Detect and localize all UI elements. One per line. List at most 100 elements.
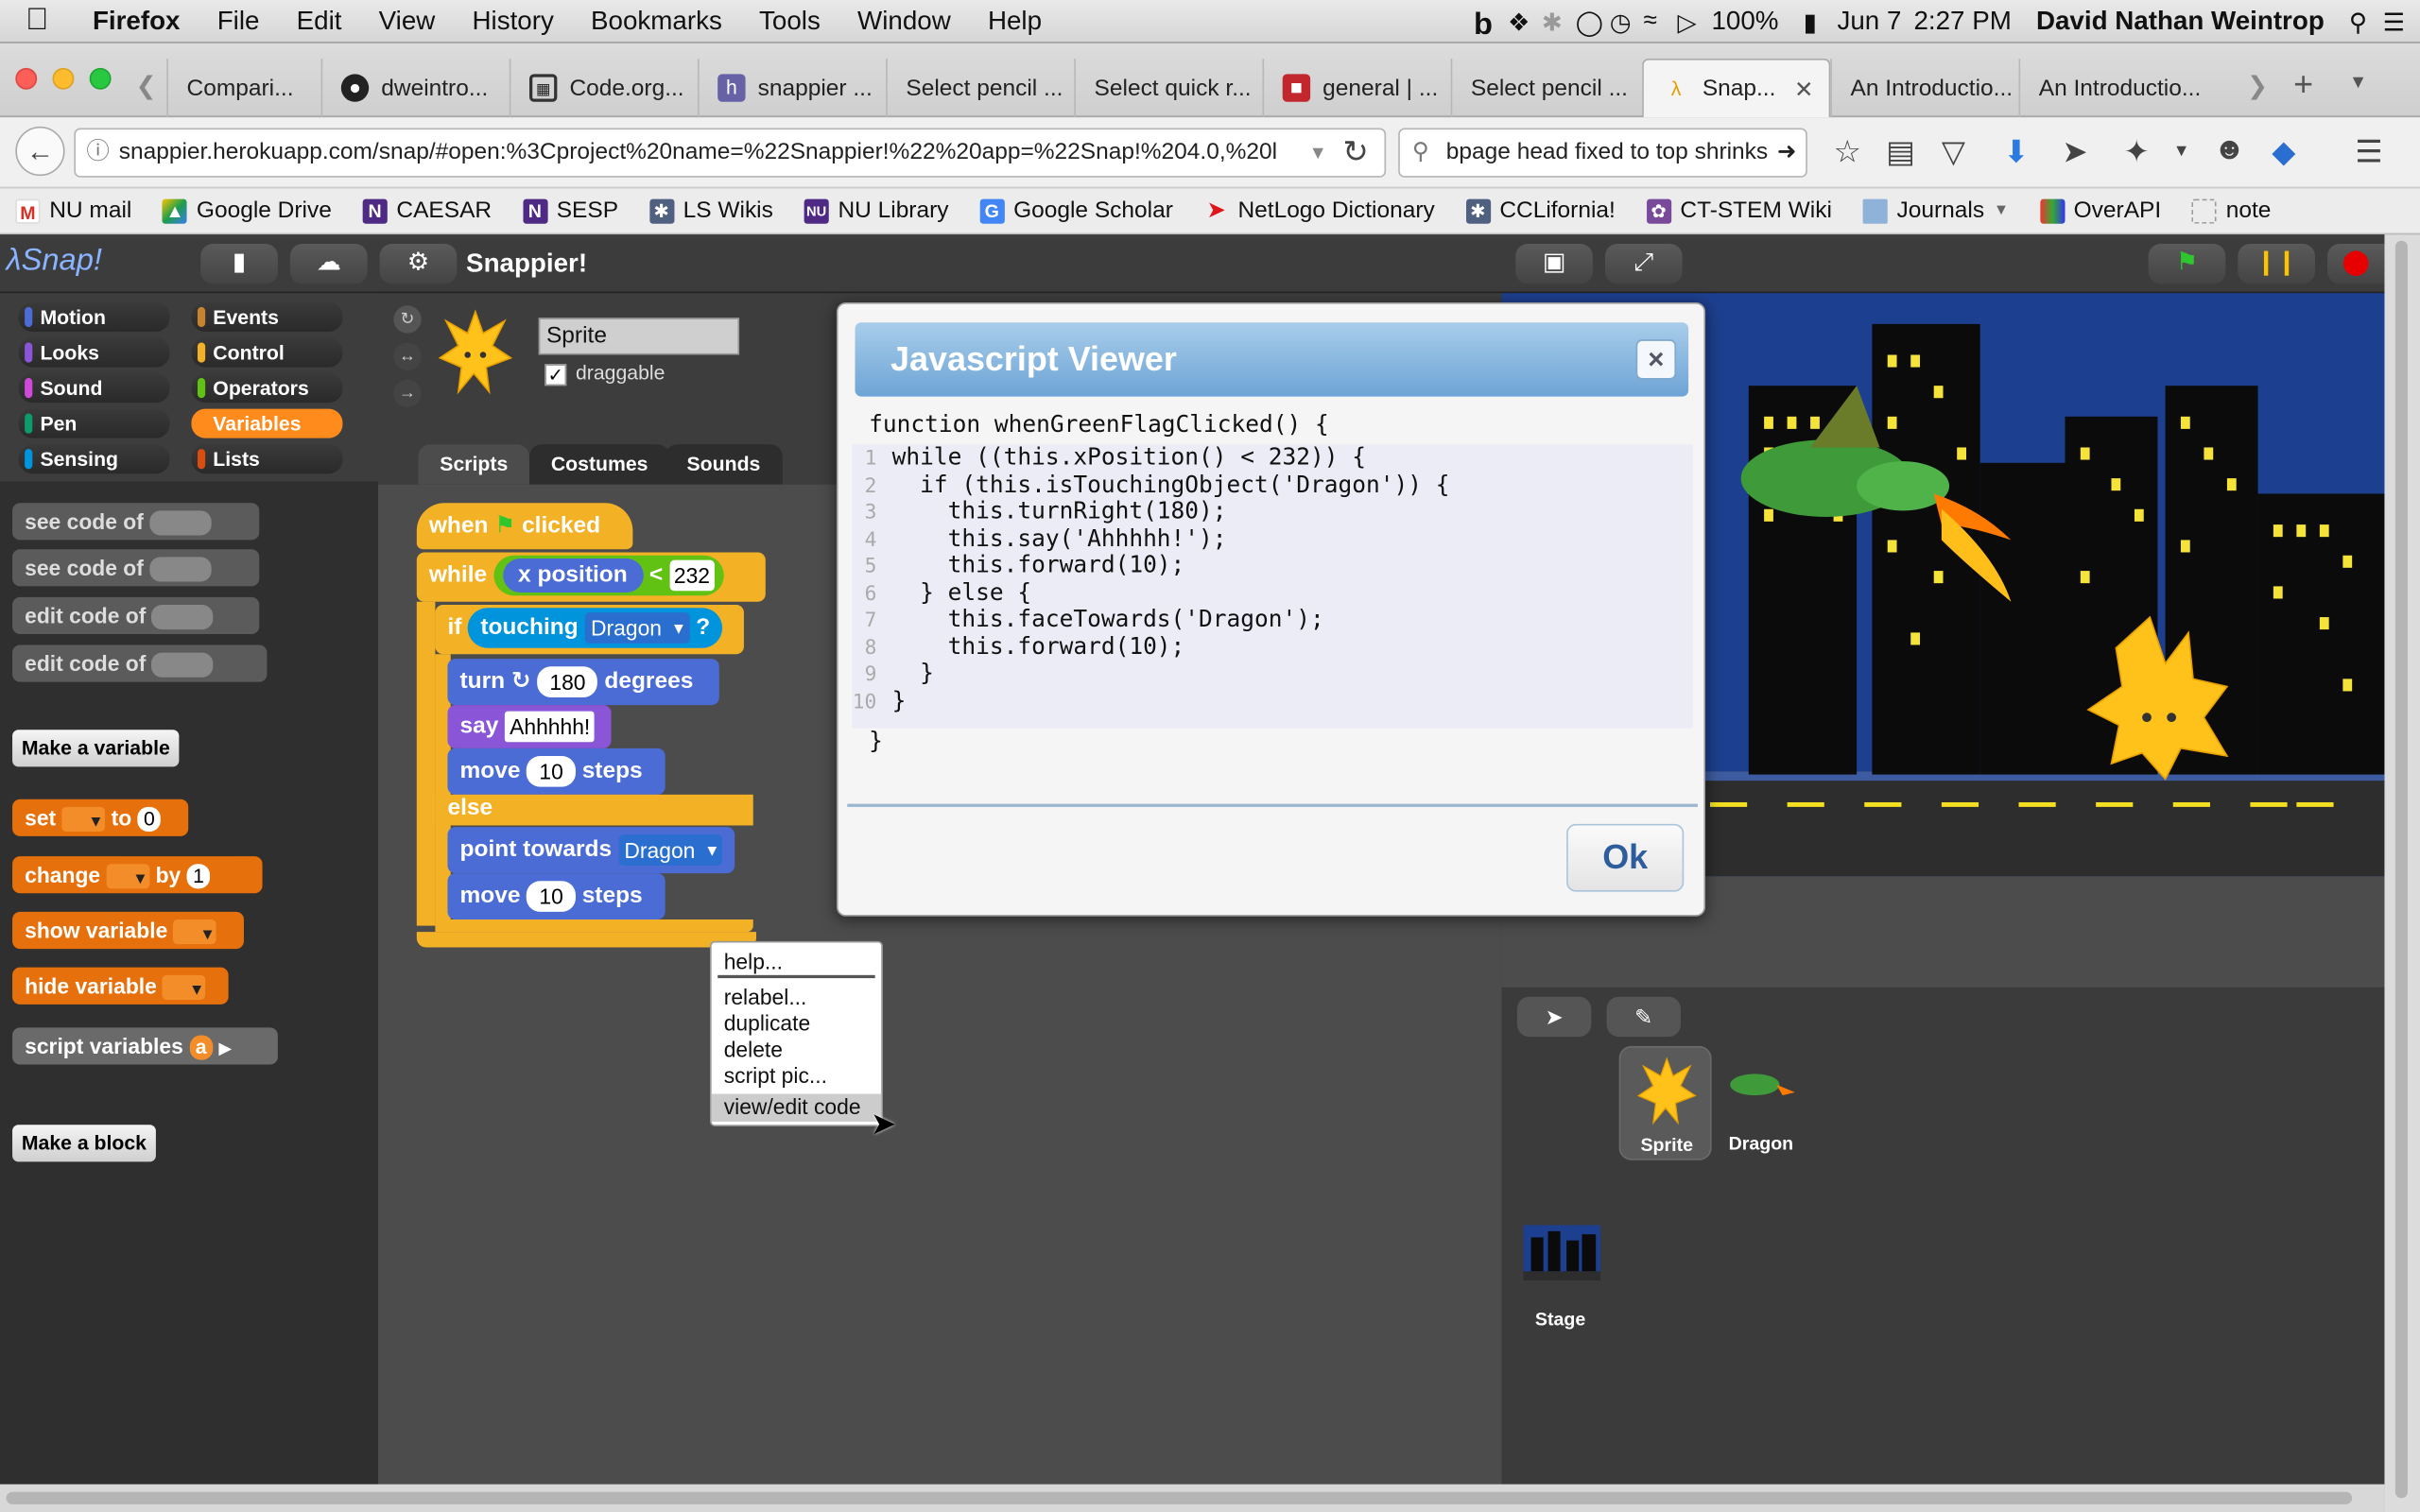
variable-dropdown[interactable]	[106, 860, 150, 897]
tab-costumes[interactable]: Costumes	[528, 444, 670, 485]
while-block[interactable]: while x position < 232	[416, 552, 766, 602]
spotlight-icon[interactable]: ⚲	[2337, 7, 2371, 37]
see-code-of-block[interactable]: see code of	[12, 503, 260, 541]
corral-sprite-sprite[interactable]: Sprite	[1618, 1045, 1712, 1160]
reload-icon[interactable]: ↻	[1342, 132, 1368, 171]
bookmark-caesar[interactable]: N CAESAR	[347, 198, 507, 224]
time-machine-icon[interactable]: ◷	[1598, 7, 1632, 37]
category-operators[interactable]: Operators	[191, 373, 343, 404]
say-text-slot[interactable]: Ahhhhh!	[505, 711, 596, 743]
scrollbar-thumb[interactable]	[6, 1491, 2353, 1504]
search-go-icon[interactable]: ➜	[1777, 129, 1797, 176]
category-variables[interactable]: Variables	[191, 408, 343, 438]
category-motion[interactable]: Motion	[18, 301, 170, 333]
url-dropdown-icon[interactable]: ▼	[1308, 142, 1326, 163]
battery-icon[interactable]: ▮	[1791, 7, 1825, 37]
make-block-button[interactable]: Make a block	[12, 1125, 156, 1162]
bookmark-google-scholar[interactable]: G Google Scholar	[964, 198, 1188, 224]
search-input[interactable]: ⚲ bpage head fixed to top shrinks ➜	[1398, 128, 1807, 178]
limit-slot[interactable]: 232	[668, 559, 715, 592]
send-icon[interactable]: ➤	[2062, 132, 2087, 171]
site-info-icon[interactable]: ⓘ	[86, 129, 110, 176]
move-steps-slot[interactable]: 10	[527, 756, 576, 787]
extension-icon[interactable]: ✦	[2124, 132, 2150, 171]
paint-new-sprite-button[interactable]: ✎	[1606, 996, 1681, 1038]
category-sensing[interactable]: Sensing	[18, 444, 170, 474]
value-slot[interactable]: 1	[186, 864, 211, 889]
bookmark-cclifornia[interactable]: ✱ CCLifornia!	[1450, 198, 1631, 224]
tab-sounds[interactable]: Sounds	[665, 444, 783, 485]
corral-sprite-dragon[interactable]: Dragon	[1718, 1046, 1804, 1160]
turn-degrees-slot[interactable]: 180	[537, 666, 598, 698]
less-than-block[interactable]: x position < 232	[493, 555, 724, 596]
tab-snappier[interactable]: h snappier ...	[697, 59, 886, 118]
ctx-help[interactable]: help...	[712, 949, 882, 975]
menu-bookmarks[interactable]: Bookmarks	[572, 6, 740, 37]
ring-slot[interactable]	[149, 557, 212, 582]
arrow-right-icon[interactable]: ▶	[218, 1040, 232, 1058]
stage-size-toggle-button[interactable]: ▣	[1515, 243, 1593, 284]
dropbox-icon[interactable]: ❖	[1495, 7, 1530, 37]
move-steps-block[interactable]: move 10 steps	[447, 747, 666, 795]
ctx-duplicate[interactable]: duplicate	[712, 1010, 882, 1037]
clock-time[interactable]: 2:27 PM	[1913, 6, 2023, 37]
value-slot[interactable]: 0	[137, 807, 162, 833]
ring-slot[interactable]	[151, 605, 215, 630]
make-variable-button[interactable]: Make a variable	[12, 730, 180, 767]
variable-dropdown[interactable]	[163, 971, 206, 1008]
bookmark-nu-mail[interactable]: M NU mail	[0, 198, 147, 224]
variable-dropdown[interactable]	[173, 916, 217, 953]
wifi-icon[interactable]: ≈	[1632, 7, 1666, 34]
bookmark-sesp[interactable]: N SESP	[507, 198, 633, 224]
menu-window[interactable]: Window	[838, 6, 969, 37]
when-flag-clicked-hat-block[interactable]: when ⚑ clicked	[416, 503, 633, 550]
menu-file[interactable]: File	[199, 6, 278, 37]
move-steps-slot[interactable]: 10	[527, 881, 576, 912]
code-editor[interactable]: 1 while ((this.xPosition() < 232)) { 2 if…	[852, 443, 1694, 729]
menu-help[interactable]: Help	[969, 6, 1060, 37]
hamburger-menu-icon[interactable]: ☰	[2355, 132, 2382, 171]
tab-intro-2[interactable]: An Introductio...	[2018, 59, 2236, 118]
point-towards-block[interactable]: point towards Dragon	[447, 827, 735, 874]
cloud-menu-button[interactable]: ☁	[289, 243, 368, 284]
tab-general[interactable]: ■ general | ...	[1262, 59, 1451, 118]
tab-scripts[interactable]: Scripts	[418, 444, 530, 485]
category-sound[interactable]: Sound	[18, 373, 170, 404]
if-else-block[interactable]: if touching Dragon ?	[435, 604, 744, 655]
tab-codeorg[interactable]: ▦ Code.org...	[509, 59, 698, 118]
user-name[interactable]: David Nathan Weintrop	[2024, 6, 2337, 37]
tab-intro-1[interactable]: An Introductio...	[1830, 59, 2018, 118]
category-events[interactable]: Events	[191, 301, 343, 333]
reading-list-icon[interactable]: ▤	[1886, 132, 1915, 171]
tab-list-dropdown-icon[interactable]: ▼	[2349, 71, 2367, 93]
snap-logo[interactable]: λSnap!	[7, 244, 102, 280]
clock-date[interactable]: Jun 7	[1824, 6, 1913, 37]
move-steps-block-2[interactable]: move 10 steps	[447, 873, 666, 920]
menu-view[interactable]: View	[360, 6, 454, 37]
point-towards-target-dropdown[interactable]: Dragon	[617, 834, 723, 866]
corral-stage[interactable]: Stage	[1517, 1222, 1603, 1333]
change-variable-block[interactable]: change by 1	[12, 856, 263, 897]
file-menu-button[interactable]: ▮	[200, 243, 278, 284]
menu-history[interactable]: History	[454, 6, 573, 37]
tab-select-quick[interactable]: Select quick r...	[1074, 59, 1262, 118]
tab-select-pencil-2[interactable]: Select pencil ...	[1450, 59, 1639, 118]
new-tab-icon[interactable]: +	[2293, 65, 2313, 105]
bluetooth-icon[interactable]: ✱	[1530, 7, 1564, 37]
rotation-style-none-icon[interactable]: →	[393, 379, 422, 408]
tab-select-pencil-1[interactable]: Select pencil ...	[886, 59, 1074, 118]
ctx-relabel[interactable]: relabel...	[712, 985, 882, 1011]
pocket-icon[interactable]: ▽	[1942, 132, 1965, 171]
sprite-name-input[interactable]: Sprite	[538, 318, 740, 355]
rotation-style-rotate-icon[interactable]: ↻	[393, 305, 422, 334]
script-var-a[interactable]: a	[189, 1035, 214, 1061]
pause-button[interactable]: ❙❙	[2238, 243, 2315, 284]
category-pen[interactable]: Pen	[18, 408, 170, 438]
bookmark-ct-stem-wiki[interactable]: ✿ CT-STEM Wiki	[1631, 198, 1847, 224]
ctx-view-edit-code[interactable]: view/edit code	[711, 1093, 882, 1122]
apple-icon[interactable]: 	[0, 3, 74, 39]
extension-dropdown-icon[interactable]: ▼	[2173, 142, 2190, 161]
category-looks[interactable]: Looks	[18, 337, 170, 368]
url-bar[interactable]: ⓘ snappier.herokuapp.com/snap/#open:%3Cp…	[74, 128, 1387, 178]
edit-code-of-block-2[interactable]: edit code of	[12, 644, 268, 682]
